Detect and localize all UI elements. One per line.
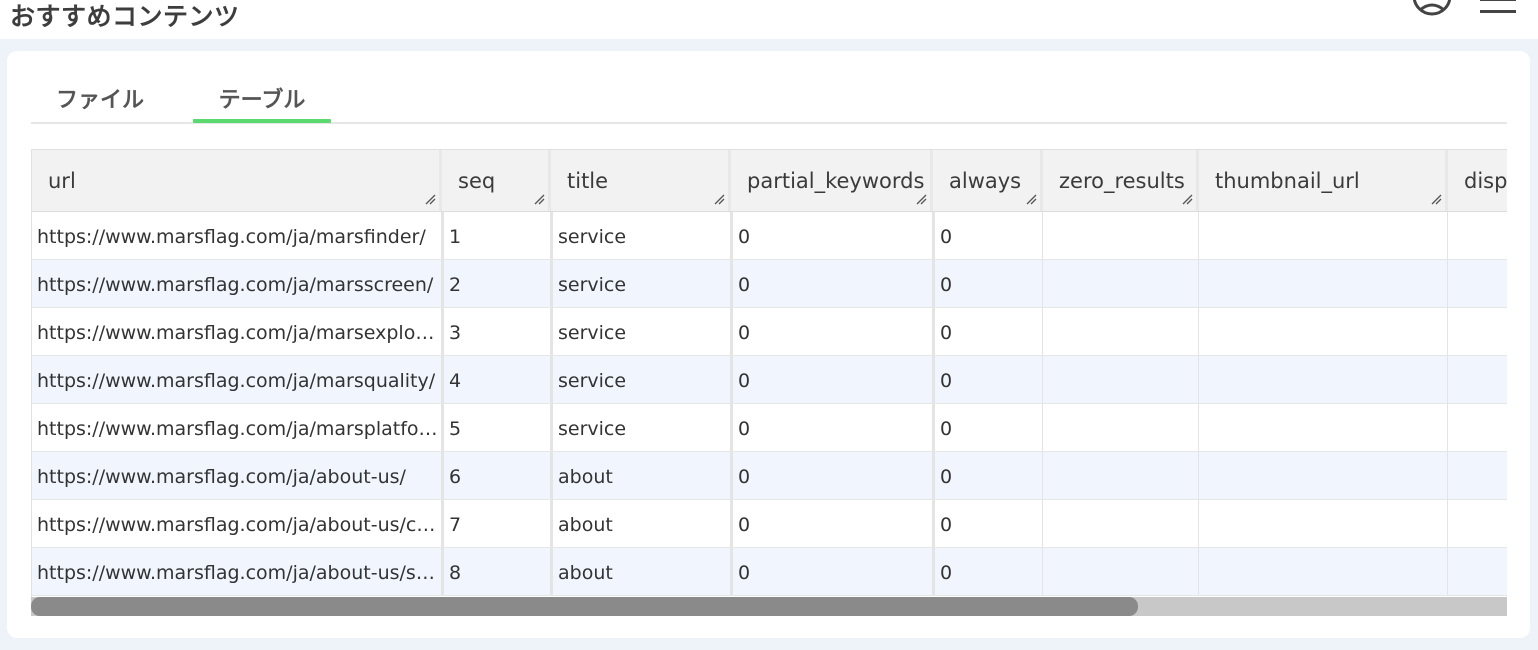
table-cell-zero-results[interactable] — [1043, 548, 1199, 595]
column-header-zero-results[interactable]: zero_results — [1043, 150, 1199, 211]
column-header-disp[interactable]: disp — [1448, 150, 1507, 211]
table-cell-seq[interactable]: 1 — [442, 212, 551, 259]
table-cell-title[interactable]: service — [551, 260, 731, 307]
table-cell-title[interactable]: service — [551, 404, 731, 451]
tab-bar: ファイル テーブル — [31, 85, 1507, 124]
table-cell-seq[interactable]: 6 — [442, 452, 551, 499]
column-header-url[interactable]: url — [32, 150, 442, 211]
resize-handle-icon[interactable] — [425, 194, 436, 205]
table-cell-title[interactable]: about — [551, 452, 731, 499]
table-cell-seq[interactable]: 4 — [442, 356, 551, 403]
table-cell-seq[interactable]: 7 — [442, 500, 551, 547]
table-cell-thumbnail-url[interactable] — [1199, 356, 1448, 403]
table-cell-thumbnail-url[interactable] — [1199, 452, 1448, 499]
table-cell-url[interactable]: https://www.marsflag.com/ja/about-us/sta… — [32, 548, 442, 595]
scrollbar-thumb[interactable] — [31, 597, 1138, 616]
table-cell-disp[interactable] — [1448, 308, 1507, 355]
table-cell-disp[interactable] — [1448, 452, 1507, 499]
table-cell-thumbnail-url[interactable] — [1199, 212, 1448, 259]
table-cell-always[interactable]: 0 — [933, 500, 1043, 547]
table-cell-always[interactable]: 0 — [933, 452, 1043, 499]
table-cell-disp[interactable] — [1448, 500, 1507, 547]
table-cell-always[interactable]: 0 — [933, 548, 1043, 595]
resize-handle-icon[interactable] — [1431, 194, 1442, 205]
column-header-seq[interactable]: seq — [442, 150, 551, 211]
table-cell-partial-keywords[interactable]: 0 — [731, 212, 933, 259]
table-cell-always[interactable]: 0 — [933, 212, 1043, 259]
tab-table[interactable]: テーブル — [193, 85, 331, 123]
table-row[interactable]: https://www.marsflag.com/ja/marsscreen/2… — [32, 260, 1507, 308]
column-header-title[interactable]: title — [551, 150, 731, 211]
table-cell-disp[interactable] — [1448, 260, 1507, 307]
table-cell-url[interactable]: https://www.marsflag.com/ja/marsplatform… — [32, 404, 442, 451]
table-cell-disp[interactable] — [1448, 548, 1507, 595]
table-cell-always[interactable]: 0 — [933, 404, 1043, 451]
table-cell-thumbnail-url[interactable] — [1199, 500, 1448, 547]
table-cell-seq[interactable]: 3 — [442, 308, 551, 355]
table-cell-partial-keywords[interactable]: 0 — [731, 548, 933, 595]
hamburger-menu-icon[interactable] — [1478, 0, 1518, 16]
table-cell-url[interactable]: https://www.marsflag.com/ja/marsquality/ — [32, 356, 442, 403]
table-cell-disp[interactable] — [1448, 404, 1507, 451]
table-cell-zero-results[interactable] — [1043, 404, 1199, 451]
table-cell-thumbnail-url[interactable] — [1199, 548, 1448, 595]
table-cell-thumbnail-url[interactable] — [1199, 404, 1448, 451]
table-cell-zero-results[interactable] — [1043, 212, 1199, 259]
page-title: おすすめコンテンツ — [10, 2, 240, 31]
table-header-row: url seq title partial_keywords always ze… — [32, 149, 1507, 212]
table-cell-partial-keywords[interactable]: 0 — [731, 260, 933, 307]
table-row[interactable]: https://www.marsflag.com/ja/about-us/car… — [32, 500, 1507, 548]
table-cell-partial-keywords[interactable]: 0 — [731, 452, 933, 499]
table-row[interactable]: https://www.marsflag.com/ja/marsplatform… — [32, 404, 1507, 452]
table-cell-seq[interactable]: 5 — [442, 404, 551, 451]
tab-file[interactable]: ファイル — [31, 85, 169, 122]
content-card: ファイル テーブル url seq title partial_keywords… — [7, 51, 1530, 638]
table-cell-partial-keywords[interactable]: 0 — [731, 500, 933, 547]
table-cell-url[interactable]: https://www.marsflag.com/ja/about-us/car… — [32, 500, 442, 547]
resize-handle-icon[interactable] — [1182, 194, 1193, 205]
table-cell-title[interactable]: about — [551, 548, 731, 595]
table-row[interactable]: https://www.marsflag.com/ja/marsexplorer… — [32, 308, 1507, 356]
table-cell-seq[interactable]: 8 — [442, 548, 551, 595]
table-cell-disp[interactable] — [1448, 356, 1507, 403]
table-cell-zero-results[interactable] — [1043, 500, 1199, 547]
table-row[interactable]: https://www.marsflag.com/ja/marsquality/… — [32, 356, 1507, 404]
table-row[interactable]: https://www.marsflag.com/ja/about-us/sta… — [32, 548, 1507, 596]
column-header-partial-keywords[interactable]: partial_keywords — [731, 150, 933, 211]
resize-handle-icon[interactable] — [1026, 194, 1037, 205]
table-row[interactable]: https://www.marsflag.com/ja/marsfinder/1… — [32, 212, 1507, 260]
top-bar: おすすめコンテンツ — [0, 0, 1538, 39]
table-cell-title[interactable]: service — [551, 356, 731, 403]
table-cell-always[interactable]: 0 — [933, 260, 1043, 307]
table-cell-zero-results[interactable] — [1043, 452, 1199, 499]
column-header-thumbnail-url[interactable]: thumbnail_url — [1199, 150, 1448, 211]
resize-handle-icon[interactable] — [534, 194, 545, 205]
table-cell-thumbnail-url[interactable] — [1199, 260, 1448, 307]
table-cell-partial-keywords[interactable]: 0 — [731, 308, 933, 355]
table-cell-url[interactable]: https://www.marsflag.com/ja/marsfinder/ — [32, 212, 442, 259]
table-cell-title[interactable]: service — [551, 308, 731, 355]
table-cell-disp[interactable] — [1448, 212, 1507, 259]
table-cell-url[interactable]: https://www.marsflag.com/ja/about-us/ — [32, 452, 442, 499]
table-cell-zero-results[interactable] — [1043, 356, 1199, 403]
table-cell-always[interactable]: 0 — [933, 308, 1043, 355]
horizontal-scrollbar[interactable] — [31, 597, 1507, 616]
table-cell-title[interactable]: about — [551, 500, 731, 547]
table-cell-title[interactable]: service — [551, 212, 731, 259]
table-cell-zero-results[interactable] — [1043, 260, 1199, 307]
user-circle-icon[interactable] — [1410, 0, 1454, 18]
table-cell-seq[interactable]: 2 — [442, 260, 551, 307]
table-cell-partial-keywords[interactable]: 0 — [731, 404, 933, 451]
data-table: url seq title partial_keywords always ze… — [31, 149, 1507, 597]
table-cell-thumbnail-url[interactable] — [1199, 308, 1448, 355]
table-cell-always[interactable]: 0 — [933, 356, 1043, 403]
table-row[interactable]: https://www.marsflag.com/ja/about-us/6 ab… — [32, 452, 1507, 500]
table-cell-url[interactable]: https://www.marsflag.com/ja/marsexplorer… — [32, 308, 442, 355]
resize-handle-icon[interactable] — [714, 194, 725, 205]
resize-handle-icon[interactable] — [916, 194, 927, 205]
column-header-always[interactable]: always — [933, 150, 1043, 211]
table-cell-url[interactable]: https://www.marsflag.com/ja/marsscreen/ — [32, 260, 442, 307]
table-cell-zero-results[interactable] — [1043, 308, 1199, 355]
table-cell-partial-keywords[interactable]: 0 — [731, 356, 933, 403]
